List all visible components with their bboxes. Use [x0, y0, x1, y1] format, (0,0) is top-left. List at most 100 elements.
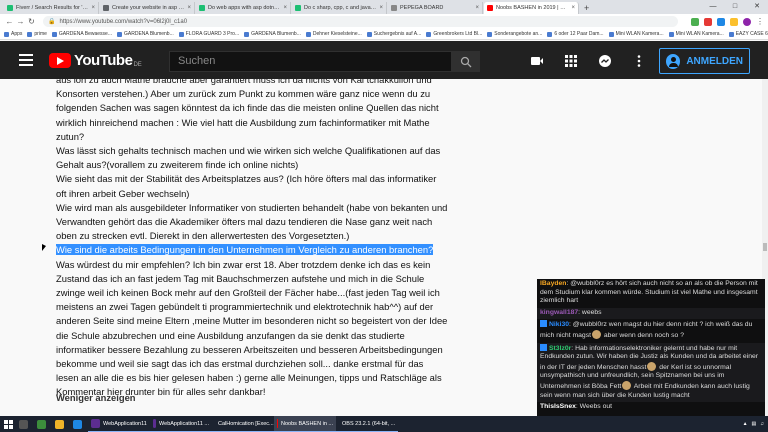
- network-icon[interactable]: ▤: [752, 421, 757, 427]
- back-icon[interactable]: ←: [4, 17, 15, 26]
- description-line: oben zu strecken evtl. Dierekt in den al…: [56, 229, 476, 243]
- bookmark-favicon-icon: [547, 31, 553, 37]
- taskbar-window-label: Noobs BASHEN in ...: [281, 420, 333, 427]
- address-bar[interactable]: 🔒 https://www.youtube.com/watch?v=06l2j0…: [43, 16, 678, 27]
- bookmark-item[interactable]: GARDENA Bewaesse...: [51, 31, 112, 37]
- chat-emote-icon: [647, 361, 657, 371]
- chat-emote-icon: [622, 380, 632, 390]
- close-icon[interactable]: ✕: [746, 0, 768, 14]
- window-controls: — □ ✕: [702, 0, 768, 14]
- reload-icon[interactable]: ↻: [26, 17, 37, 26]
- taskbar-app-icon[interactable]: [52, 416, 70, 432]
- youtube-logo[interactable]: YouTube DE: [49, 52, 142, 69]
- bookmark-item[interactable]: Mini WLAN Kamera...: [668, 31, 724, 37]
- taskbar-window-button[interactable]: Noobs BASHEN in ...: [274, 416, 336, 432]
- description-line: meistens an zwei Tagen gebündelt ti prog…: [56, 300, 476, 314]
- taskbar-app-icon: [277, 419, 279, 428]
- tab-close-icon[interactable]: ×: [283, 5, 287, 11]
- forward-icon[interactable]: →: [15, 17, 26, 26]
- taskbar-search-icon[interactable]: [16, 416, 34, 432]
- tab-close-icon[interactable]: ×: [571, 5, 575, 11]
- browser-tab[interactable]: Do web apps with asp dotnet yo...×: [196, 2, 291, 14]
- taskbar-window-button[interactable]: OBS 23.2.1 (64-bit, ...: [336, 416, 398, 432]
- minimize-icon[interactable]: —: [702, 0, 724, 14]
- bookmarks-bar: Apps prime GARDENA Bewaesse... GARDENA Blum…: [0, 29, 768, 40]
- browser-tab[interactable]: Fiverr / Search Results for 'asp n...×: [4, 2, 99, 14]
- bookmark-item[interactable]: FLORA GUARD 3 Pro...: [178, 31, 239, 37]
- tab-close-icon[interactable]: ×: [379, 5, 383, 11]
- chat-message: St3lz0r: Hab informationselektroniker ge…: [537, 342, 765, 403]
- bookmark-item[interactable]: Greenbrokers Ltd Bl...: [426, 31, 482, 37]
- video-description: aus ion zu auch Mathe brauche aber garan…: [56, 79, 476, 400]
- extension-icon[interactable]: [704, 17, 712, 26]
- youtube-play-icon: [49, 52, 71, 68]
- show-less-button[interactable]: Weniger anzeigen: [56, 392, 136, 403]
- bookmark-item[interactable]: Suchergebnis auf A...: [366, 31, 421, 37]
- bookmark-favicon-icon: [426, 31, 432, 37]
- chat-message: IBayden: @wubbl0rz es hört sich auch nic…: [537, 279, 765, 308]
- browser-tab-strip: Fiverr / Search Results for 'asp n...×Cr…: [0, 0, 768, 14]
- search-button[interactable]: [452, 51, 480, 72]
- new-tab-button[interactable]: +: [580, 2, 593, 14]
- browser-tab[interactable]: Do c sharp, cpp, c and java prog...×: [292, 2, 387, 14]
- extension-icon[interactable]: [691, 17, 699, 26]
- bookmark-item[interactable]: Mini WLAN Kamera...: [608, 31, 664, 37]
- taskbar-window-button[interactable]: WebApplication11: [88, 416, 150, 432]
- tray-arrow-icon[interactable]: ▲: [743, 421, 748, 427]
- tab-label: Do web apps with asp dotnet yo...: [208, 5, 281, 11]
- chat-username[interactable]: Niki30: [549, 321, 569, 328]
- windows-start-icon[interactable]: [0, 416, 16, 432]
- address-bar-url: https://www.youtube.com/watch?v=06l2j0l_…: [59, 18, 188, 25]
- taskbar-window-button[interactable]: CalHomication [Exec...: [212, 416, 274, 432]
- bookmark-item[interactable]: Apps: [4, 31, 22, 37]
- description-line: Wie sieht das mit der Stabilität des Arb…: [56, 172, 476, 186]
- tab-favicon-icon: [103, 5, 109, 11]
- menu-icon[interactable]: [19, 54, 33, 66]
- tab-close-icon[interactable]: ×: [91, 5, 95, 11]
- extension-icon[interactable]: [717, 17, 725, 26]
- profile-avatar[interactable]: [743, 17, 751, 26]
- description-text: die Schule abzubrechen und eine Ausbildu…: [56, 329, 405, 341]
- extension-area: ⋮: [691, 17, 764, 26]
- taskbar-app-icon[interactable]: [34, 416, 52, 432]
- chat-username[interactable]: ThisIsSnex: [540, 403, 576, 410]
- description-text: informatiker bessere Bezahlung zu besser…: [56, 343, 443, 355]
- browser-tab[interactable]: Create your website in asp dot n...×: [100, 2, 195, 14]
- browser-tab[interactable]: PEPEGA BOARD ×: [388, 2, 483, 14]
- bookmark-item[interactable]: prime: [27, 31, 47, 37]
- apps-grid-icon[interactable]: [564, 54, 578, 68]
- bookmark-label: GARDENA Blumenb...: [124, 31, 174, 37]
- bookmark-item[interactable]: GARDENA Blumenb...: [117, 31, 174, 37]
- description-line: lesen an alle die es bis hier gelesen ha…: [56, 371, 476, 385]
- maximize-icon[interactable]: □: [724, 0, 746, 14]
- chat-username[interactable]: St3lz0r: [549, 345, 571, 352]
- chat-message: Niki30: @wubbl0rz wen magst du hier denn…: [537, 319, 765, 342]
- tab-close-icon[interactable]: ×: [187, 5, 191, 11]
- more-menu-icon[interactable]: ⋮: [756, 17, 764, 26]
- description-text: Was lässt sich gehalts technisch machen …: [56, 145, 441, 157]
- bookmark-item[interactable]: 6 oder 12 Paar Dam...: [547, 31, 604, 37]
- bookmark-item[interactable]: Sonderangebote an...: [487, 31, 542, 37]
- tab-favicon-icon: [7, 5, 13, 11]
- tab-close-icon[interactable]: ×: [475, 5, 479, 11]
- bookmark-item[interactable]: Dehner Kieselsteine...: [305, 31, 362, 37]
- taskbar-window-button[interactable]: WebApplication11 ...: [150, 416, 212, 432]
- extension-icon[interactable]: [730, 17, 738, 26]
- bookmark-item[interactable]: GARDENA Blumenb...: [244, 31, 301, 37]
- taskbar-app-icon[interactable]: [70, 416, 88, 432]
- signin-button[interactable]: ANMELDEN: [659, 48, 750, 74]
- search-input[interactable]: Suchen: [169, 51, 452, 72]
- browser-tab[interactable]: Noobs BASHEN in 2019 | Minec...×: [484, 2, 579, 14]
- description-line: die Schule abzubrechen und eine Ausbildu…: [56, 329, 476, 343]
- bookmark-item[interactable]: EAZY CASE 6X Reflle...: [728, 31, 768, 37]
- chat-text: : @wubbl0rz es hört sich auch nicht so a…: [540, 280, 758, 305]
- chat-username[interactable]: IBayden: [540, 280, 566, 287]
- more-settings-icon[interactable]: [632, 54, 646, 68]
- chat-username[interactable]: kingwall187: [540, 309, 578, 316]
- create-video-icon[interactable]: [530, 54, 544, 68]
- volume-icon[interactable]: ♫: [760, 421, 764, 427]
- messages-icon[interactable]: [598, 54, 612, 68]
- scrollbar-thumb[interactable]: [763, 243, 767, 251]
- stream-chat-overlay: IBayden: @wubbl0rz es hört sich auch nic…: [537, 279, 765, 416]
- bookmark-favicon-icon: [305, 31, 311, 37]
